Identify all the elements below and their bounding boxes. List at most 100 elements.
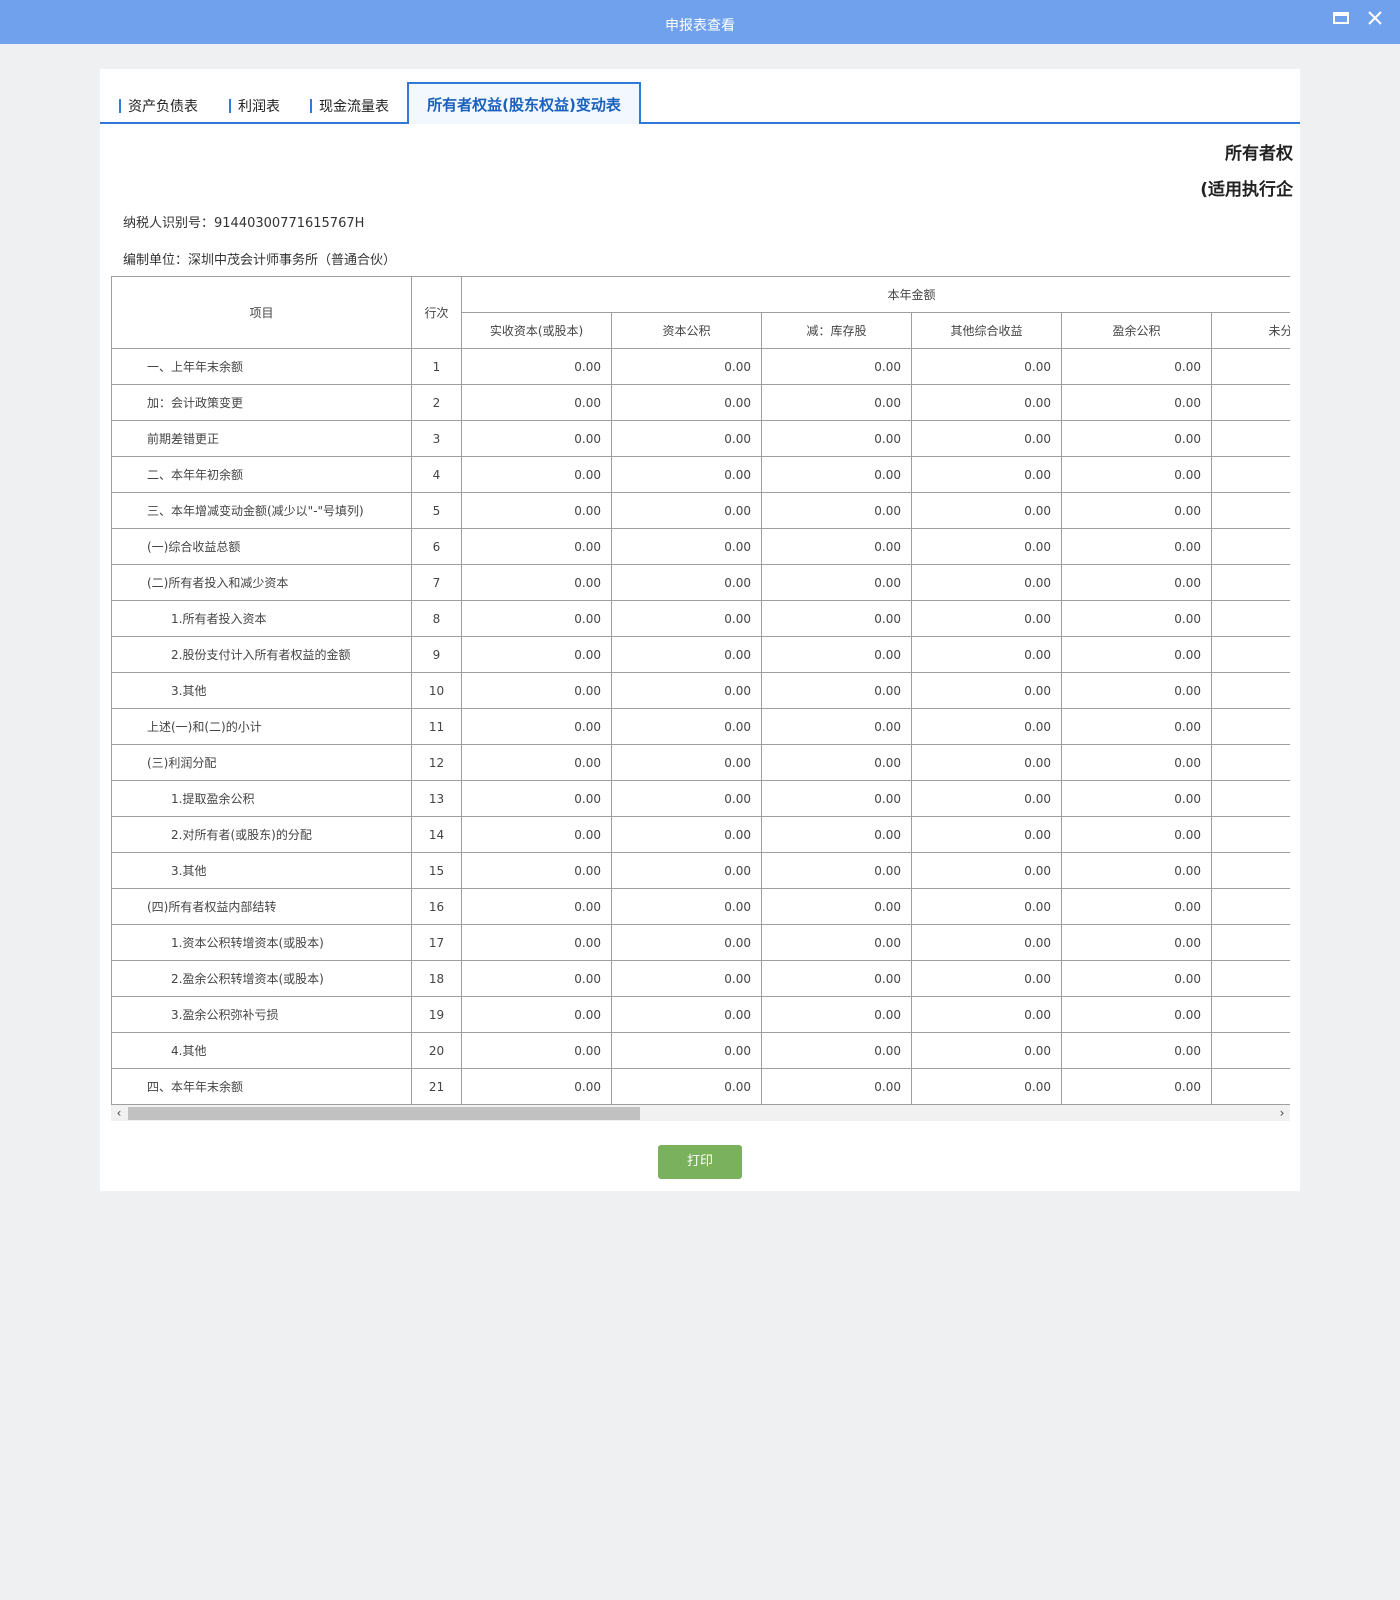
amount-cell: 0.00 (1061, 600, 1212, 637)
scroll-left-arrow-icon[interactable]: ‹ (111, 1105, 127, 1121)
amount-cell: 0.00 (761, 1032, 912, 1069)
table-row: (二)所有者投入和减少资本 7 0.00 0.00 0.00 0.00 0.00 (111, 564, 1290, 601)
amount-cell: 0.00 (911, 996, 1062, 1033)
amount-cell: 0.00 (461, 888, 612, 925)
amount-cell: 0.00 (761, 780, 912, 817)
amount-cell: 0.00 (461, 744, 612, 781)
tab-marker (310, 99, 312, 113)
amount-cell: 0.00 (761, 636, 912, 673)
row-item-label: 3.盈余公积弥补亏损 (111, 996, 412, 1033)
row-item-label: 二、本年年初余额 (111, 456, 412, 493)
amount-cell: 0.00 (1061, 816, 1212, 853)
amount-cell (1210, 852, 1290, 889)
row-item-label: 三、本年增减变动金额(减少以"-"号填列) (111, 492, 412, 529)
amount-cell: 0.00 (761, 1068, 912, 1105)
amount-cell (1210, 564, 1290, 601)
tab-label: 现金流量表 (319, 99, 389, 115)
equity-table-viewport[interactable]: 项目 行次 本年金额 实收资本(或股本) 资本公积 减：库存股 其他综合收益 盈… (111, 276, 1290, 1105)
restore-window-icon[interactable] (1330, 7, 1352, 29)
tab-balance-sheet[interactable]: 资产负债表 (119, 96, 198, 116)
report-tabs: 资产负债表 利润表 现金流量表 所有者权益(股东权益)变动表 (100, 69, 1300, 125)
amount-cell (1210, 420, 1290, 457)
amount-cell: 0.00 (761, 564, 912, 601)
amount-cell: 0.00 (611, 780, 762, 817)
amount-cell: 0.00 (911, 852, 1062, 889)
amount-cell: 0.00 (911, 348, 1062, 385)
amount-cell: 0.00 (761, 924, 912, 961)
tab-income-statement[interactable]: 利润表 (229, 96, 280, 116)
amount-cell: 0.00 (1061, 744, 1212, 781)
amount-cell (1210, 780, 1290, 817)
report-title: 所有者权 (1225, 144, 1293, 164)
row-number: 14 (411, 816, 462, 853)
report-subtitle: (适用执行企 (1200, 180, 1293, 200)
amount-cell: 0.00 (1061, 456, 1212, 493)
tab-cash-flow[interactable]: 现金流量表 (310, 96, 389, 116)
amount-cell: 0.00 (611, 564, 762, 601)
amount-cell: 0.00 (911, 384, 1062, 421)
amount-cell: 0.00 (1061, 528, 1212, 565)
amount-cell: 0.00 (911, 528, 1062, 565)
amount-cell: 0.00 (611, 1068, 762, 1105)
amount-cell: 0.00 (611, 852, 762, 889)
row-item-label: 一、上年年末余额 (111, 348, 412, 385)
amount-cell: 0.00 (761, 492, 912, 529)
amount-cell: 0.00 (1061, 780, 1212, 817)
amount-cell: 0.00 (761, 384, 912, 421)
amount-cell: 0.00 (911, 420, 1062, 457)
row-number: 21 (411, 1068, 462, 1105)
table-row: 上述(一)和(二)的小计 11 0.00 0.00 0.00 0.00 0.00 (111, 708, 1290, 745)
amount-cell: 0.00 (1061, 996, 1212, 1033)
row-number: 15 (411, 852, 462, 889)
row-item-label: 2.对所有者(或股东)的分配 (111, 816, 412, 853)
window-title: 申报表查看 (665, 18, 735, 34)
amount-cell (1210, 1068, 1290, 1105)
amount-cell (1210, 528, 1290, 565)
amount-cell: 0.00 (761, 672, 912, 709)
amount-cell: 0.00 (461, 348, 612, 385)
amount-cell (1210, 816, 1290, 853)
amount-cell (1210, 996, 1290, 1033)
amount-cell (1210, 924, 1290, 961)
print-button[interactable]: 打印 (658, 1145, 742, 1179)
amount-cell: 0.00 (911, 636, 1062, 673)
amount-cell (1210, 672, 1290, 709)
close-icon[interactable] (1364, 7, 1386, 29)
row-item-label: 四、本年年末余额 (111, 1068, 412, 1105)
horizontal-scrollbar[interactable]: ‹ › (111, 1105, 1290, 1121)
amount-cell (1210, 348, 1290, 385)
preparer-value: 深圳中茂会计师事务所（普通合伙） (188, 253, 397, 268)
table-row: 3.其他 15 0.00 0.00 0.00 0.00 0.00 (111, 852, 1290, 889)
amount-cell: 0.00 (461, 924, 612, 961)
report-panel: 资产负债表 利润表 现金流量表 所有者权益(股东权益)变动表 所有者权 (适用执… (100, 69, 1300, 1191)
table-row: 二、本年年初余额 4 0.00 0.00 0.00 0.00 0.00 (111, 456, 1290, 493)
amount-cell: 0.00 (1061, 960, 1212, 997)
amount-cell: 0.00 (461, 528, 612, 565)
amount-cell: 0.00 (1061, 924, 1212, 961)
table-row: 2.股份支付计入所有者权益的金额 9 0.00 0.00 0.00 0.00 0.00 (111, 636, 1290, 673)
row-item-label: (四)所有者权益内部结转 (111, 888, 412, 925)
amount-cell: 0.00 (611, 708, 762, 745)
amount-cell: 0.00 (761, 744, 912, 781)
amount-cell: 0.00 (611, 528, 762, 565)
amount-cell: 0.00 (461, 780, 612, 817)
amount-cell: 0.00 (1061, 636, 1212, 673)
table-row: (一)综合收益总额 6 0.00 0.00 0.00 0.00 0.00 (111, 528, 1290, 565)
tab-equity-changes[interactable]: 所有者权益(股东权益)变动表 (407, 82, 641, 124)
table-row: 2.盈余公积转增资本(或股本) 18 0.00 0.00 0.00 0.00 0.00 (111, 960, 1290, 997)
amount-cell: 0.00 (911, 960, 1062, 997)
scroll-right-arrow-icon[interactable]: › (1274, 1105, 1290, 1121)
amount-cell: 0.00 (461, 384, 612, 421)
amount-cell: 0.00 (611, 492, 762, 529)
amount-cell: 0.00 (1061, 672, 1212, 709)
row-number: 16 (411, 888, 462, 925)
amount-cell: 0.00 (911, 456, 1062, 493)
amount-cell: 0.00 (911, 672, 1062, 709)
row-number: 11 (411, 708, 462, 745)
amount-cell (1210, 384, 1290, 421)
scrollbar-thumb[interactable] (128, 1107, 640, 1120)
amount-cell: 0.00 (611, 816, 762, 853)
amount-cell (1210, 492, 1290, 529)
amount-cell (1210, 600, 1290, 637)
row-item-label: (三)利润分配 (111, 744, 412, 781)
